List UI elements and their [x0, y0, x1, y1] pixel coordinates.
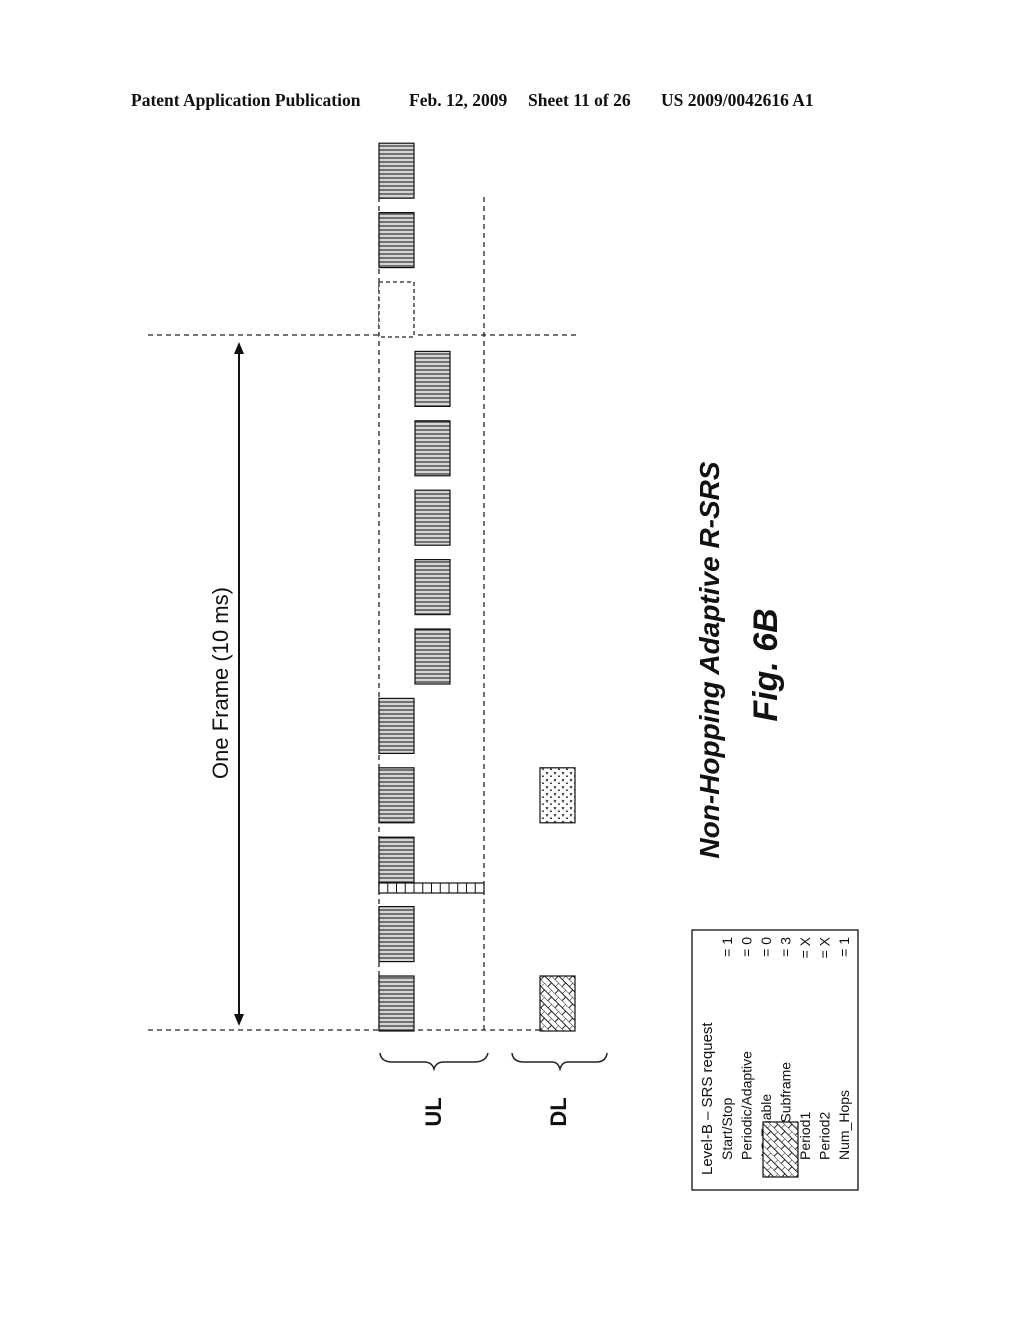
ul-brace — [379, 1052, 489, 1072]
legend-row-name: Period2 — [817, 1112, 833, 1160]
dl-subframe-srs-request — [539, 975, 576, 1032]
figure-title: Non-Hopping Adaptive R-SRS — [694, 461, 725, 858]
ul-subframe-srs — [414, 420, 451, 477]
ul-subframe-srs — [414, 350, 451, 407]
ul-label: UL — [421, 1097, 446, 1126]
arrow-head-down-icon — [234, 1014, 244, 1026]
legend-title: Level-B – SRS request — [699, 1022, 716, 1175]
dl-brace — [511, 1052, 608, 1072]
srs-bar — [378, 882, 485, 894]
legend-swatch — [762, 1121, 799, 1178]
legend-row-value: = 0 — [758, 937, 774, 957]
ul-subframe-srs — [414, 489, 451, 546]
ul-subframe-srs — [378, 212, 415, 269]
legend-row-name: Num_Hops — [836, 1090, 852, 1160]
dl-label: DL — [546, 1097, 571, 1126]
dl-subframes — [539, 767, 576, 1032]
srs-timing-diagram: One Frame (10 ms) UL DL Non-Hopping Adap… — [148, 142, 859, 1191]
legend-row-value: = 0 — [739, 937, 755, 957]
ul-subframe-srs — [378, 767, 415, 824]
ul-subframe-srs — [378, 697, 415, 755]
ul-subframe-srs — [414, 628, 451, 685]
arrow-head-up-icon — [234, 342, 244, 354]
ul-subframe-empty — [378, 281, 415, 338]
legend-box: Level-B – SRS request Start/Stop = 1 Perio… — [691, 929, 859, 1191]
legend-row-value: = 1 — [836, 937, 852, 957]
frame-duration-arrow — [234, 342, 244, 1026]
ul-subframe-srs — [414, 558, 451, 616]
figure-number: Fig. 6B — [747, 608, 785, 721]
ul-subframes — [378, 142, 451, 1032]
legend-row-name: Periodic/Adaptive — [739, 1051, 755, 1160]
ul-subframe-srs — [378, 142, 415, 199]
legend-row-value: = 3 — [778, 937, 794, 957]
legend-row-value: = X — [797, 936, 813, 958]
legend-row-name: Period1 — [797, 1112, 813, 1160]
frame-duration-label: One Frame (10 ms) — [208, 587, 233, 779]
legend-row-value: = 1 — [719, 937, 735, 957]
legend-row-value: = X — [817, 936, 833, 958]
dl-subframe-dotted — [539, 767, 576, 824]
ul-subframe-srs — [378, 905, 415, 963]
ul-subframe-srs — [378, 975, 415, 1032]
legend-row-name: Start/Stop — [719, 1098, 735, 1160]
